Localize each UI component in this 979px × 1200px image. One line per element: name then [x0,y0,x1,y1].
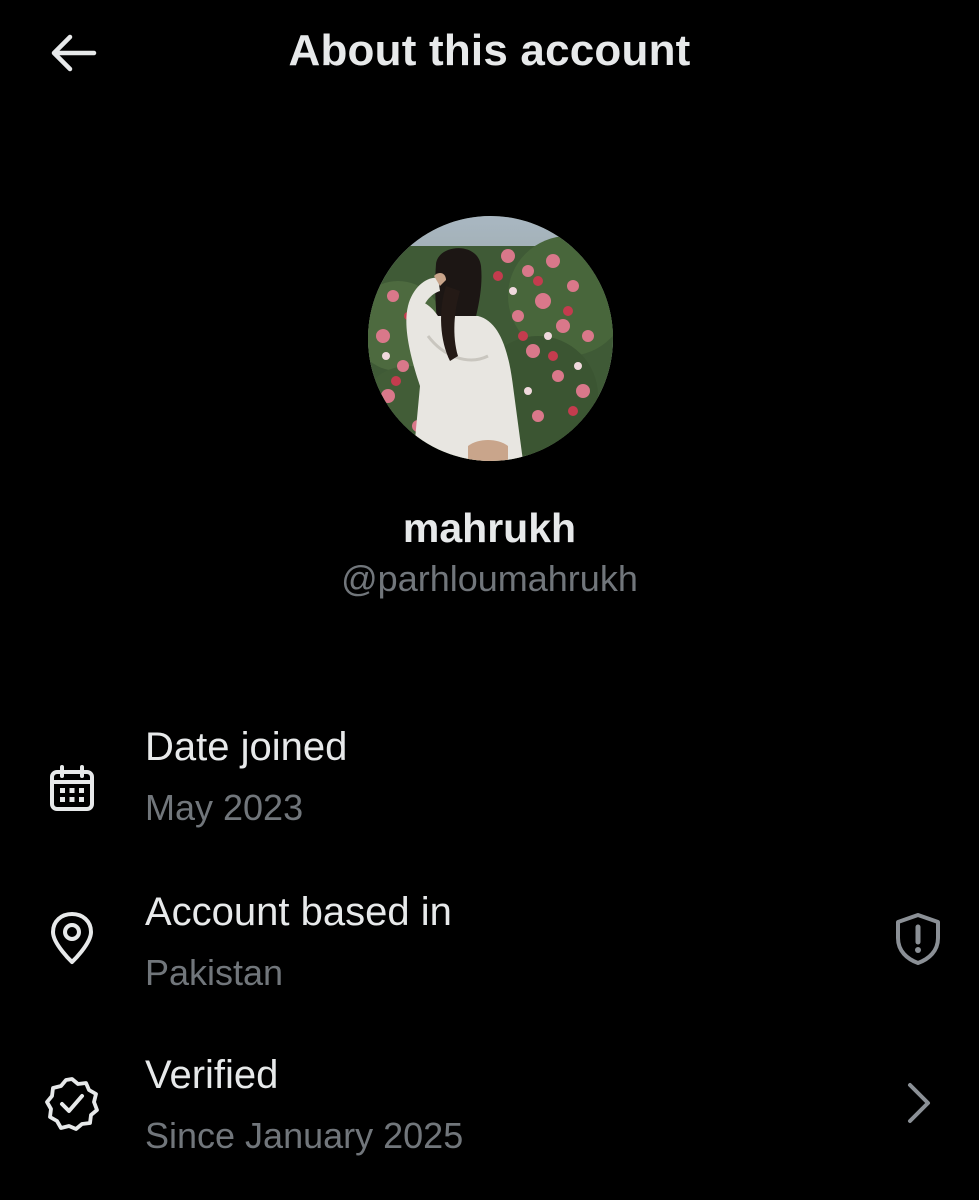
avatar[interactable] [368,216,613,461]
header-bar: About this account [0,0,979,108]
verified-badge-icon [44,1075,100,1131]
profile-photo-image [368,216,613,461]
calendar-icon [44,761,100,817]
row-value: May 2023 [145,787,304,828]
verified-row[interactable]: Verified Since January 2025 [0,1045,979,1175]
row-title: Date joined [145,725,348,769]
date-joined-row: Date joined May 2023 [0,715,979,845]
chevron-right-icon[interactable] [888,1073,948,1133]
location-pin-icon [44,910,100,966]
shield-alert-icon[interactable] [888,909,948,969]
row-title: Verified [145,1053,279,1097]
page-title: About this account [288,26,691,75]
row-title: Account based in [145,890,452,934]
row-value: Pakistan [145,952,284,993]
username-handle: @parhloumahrukh [341,558,638,599]
account-based-in-row: Account based in Pakistan [0,880,979,1010]
row-value: Since January 2025 [145,1115,464,1156]
display-name: mahrukh [402,505,577,551]
